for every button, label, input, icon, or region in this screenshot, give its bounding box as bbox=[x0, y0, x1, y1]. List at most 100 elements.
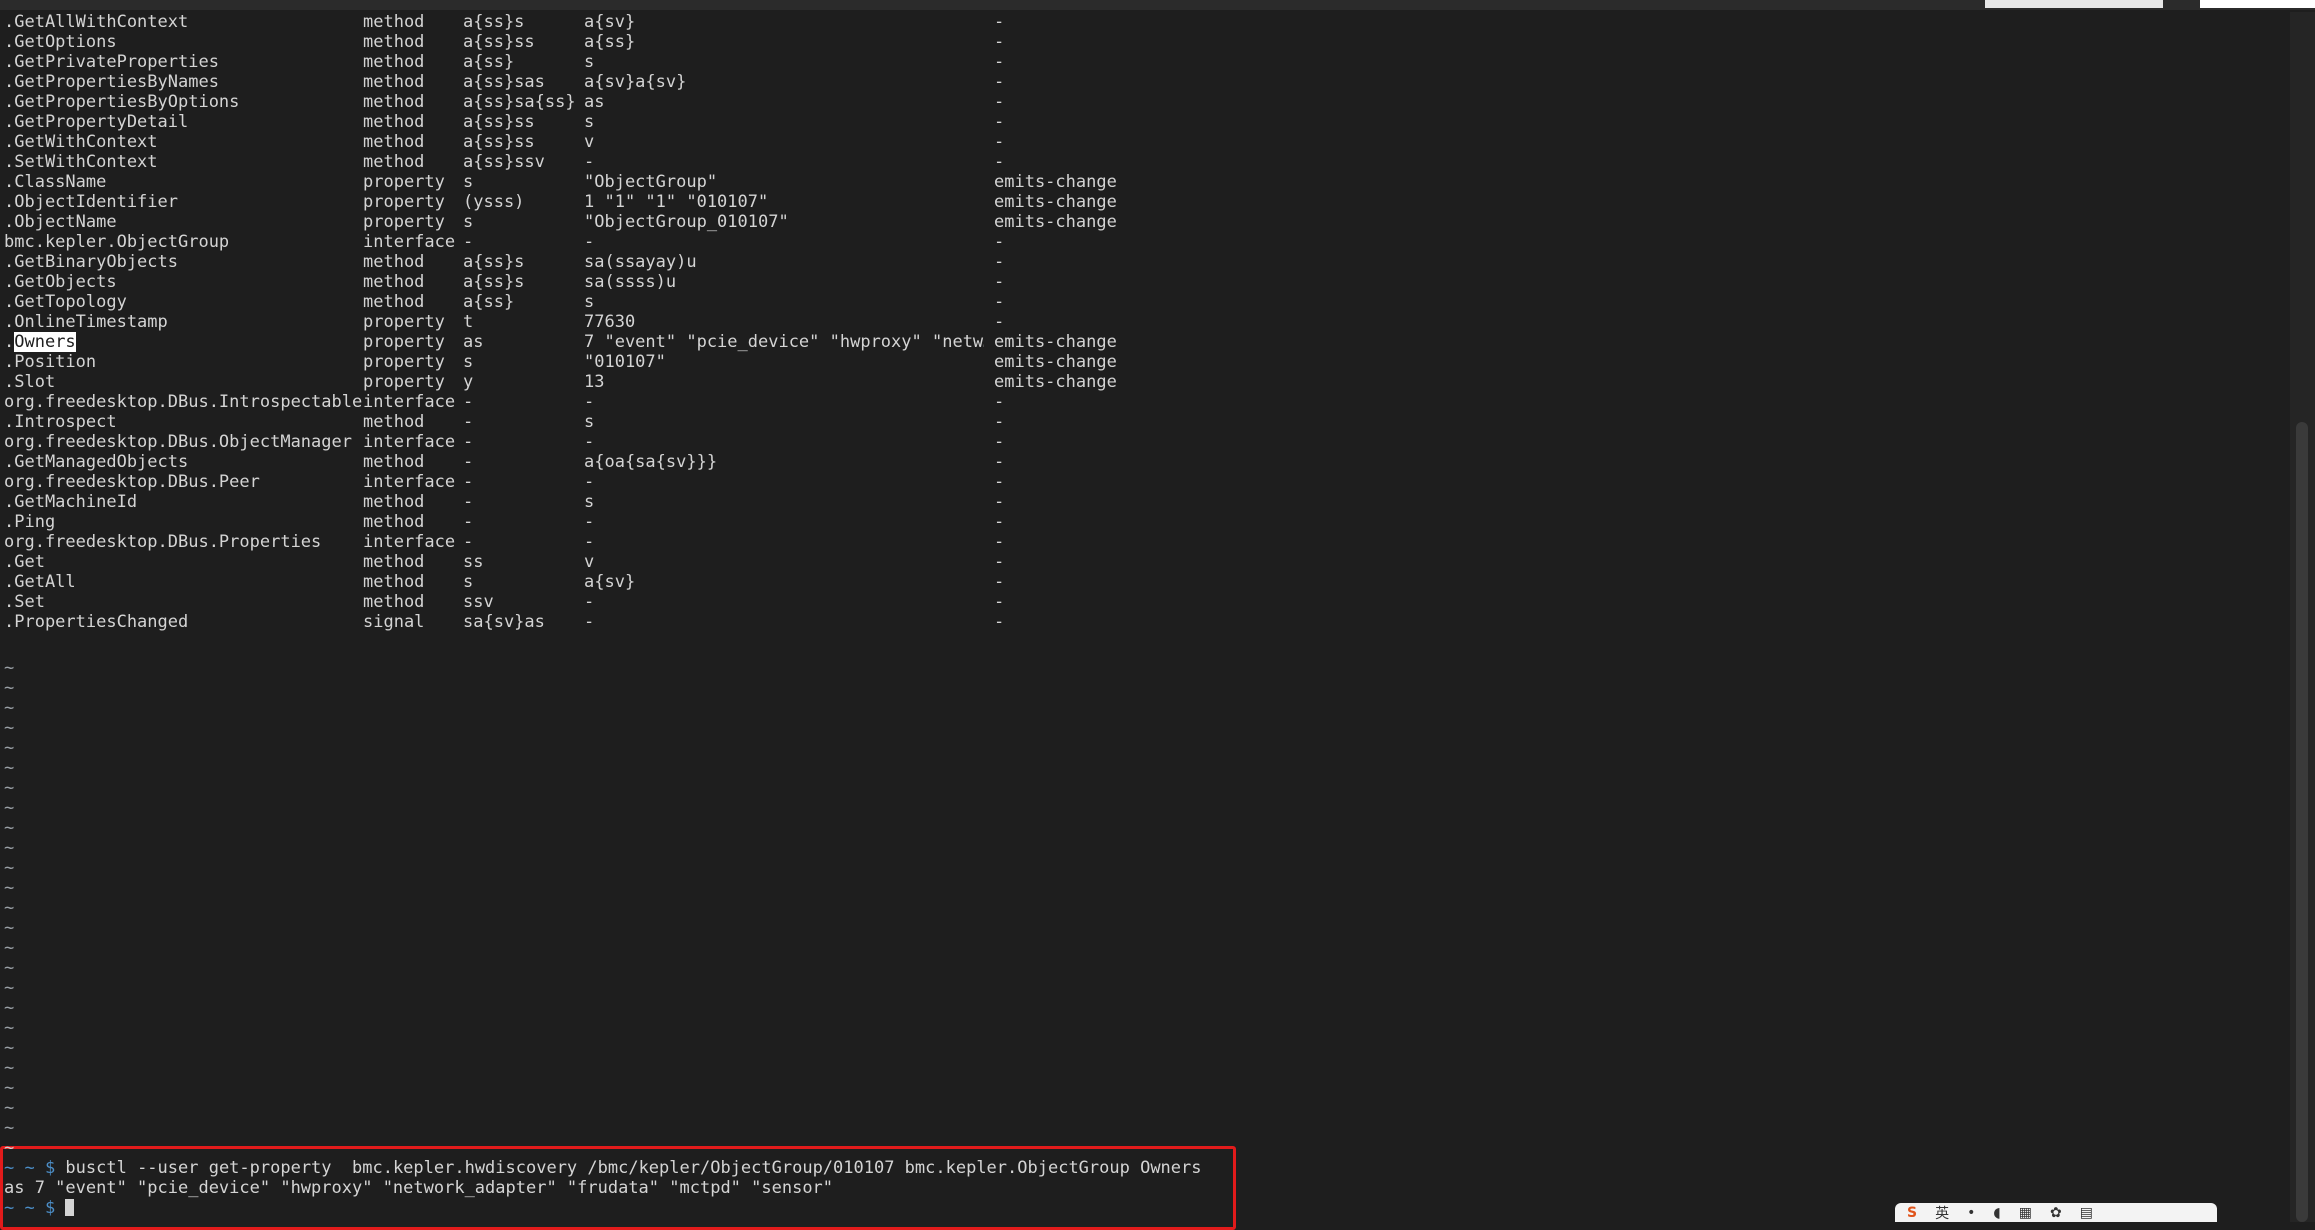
member-value: "ObjectGroup" bbox=[584, 172, 718, 192]
member-name: .GetOptions bbox=[4, 32, 117, 52]
member-signature: a{ss}s bbox=[463, 12, 525, 32]
microphone-icon[interactable]: ◖ bbox=[1993, 1205, 2000, 1221]
member-signature: t bbox=[463, 312, 474, 332]
member-signature: s bbox=[463, 212, 474, 232]
member-type: interface bbox=[363, 432, 456, 452]
member-value: s bbox=[584, 52, 595, 72]
toolbox-icon[interactable]: ▤ bbox=[2080, 1205, 2093, 1221]
member-type: method bbox=[363, 92, 425, 112]
member-name: .ClassName bbox=[4, 172, 107, 192]
member-value: - bbox=[584, 392, 595, 412]
shell-prompt-current: ~ ~ $ bbox=[4, 1198, 56, 1218]
member-signature: - bbox=[463, 512, 474, 532]
command-output: as 7 "event" "pcie_device" "hwproxy" "ne… bbox=[4, 1178, 834, 1198]
member-value: a{sv} bbox=[584, 572, 636, 592]
member-value: a{oa{sa{sv}}} bbox=[584, 452, 718, 472]
member-flags: - bbox=[994, 312, 1005, 332]
member-name: .Position bbox=[4, 352, 97, 372]
member-flags: - bbox=[994, 392, 1005, 412]
member-type: property bbox=[363, 352, 445, 372]
scrollbar-thumb[interactable] bbox=[2296, 422, 2308, 1222]
text-cursor bbox=[65, 1199, 75, 1216]
member-flags: - bbox=[994, 512, 1005, 532]
empty-line-tilde: ~ bbox=[4, 858, 15, 878]
member-signature: a{ss}s bbox=[463, 252, 525, 272]
member-name: .Get bbox=[4, 552, 45, 572]
member-value: 13 bbox=[584, 372, 605, 392]
member-signature: s bbox=[463, 572, 474, 592]
member-name: org.freedesktop.DBus.Properties bbox=[4, 532, 322, 552]
empty-line-tilde: ~ bbox=[4, 718, 15, 738]
member-type: method bbox=[363, 412, 425, 432]
empty-line-tilde: ~ bbox=[4, 918, 15, 938]
member-flags: - bbox=[994, 152, 1005, 172]
empty-line-tilde: ~ bbox=[4, 938, 15, 958]
member-type: interface bbox=[363, 392, 456, 412]
member-type: method bbox=[363, 512, 425, 532]
member-type: method bbox=[363, 132, 425, 152]
command-text: busctl --user get-property bmc.kepler.hw… bbox=[55, 1158, 1202, 1178]
member-flags: - bbox=[994, 32, 1005, 52]
member-value: - bbox=[584, 152, 595, 172]
member-signature: - bbox=[463, 532, 474, 552]
member-value: 1 "1" "1" "010107" bbox=[584, 192, 769, 212]
member-name: .OnlineTimestamp bbox=[4, 312, 168, 332]
skin-icon[interactable]: ✿ bbox=[2050, 1205, 2062, 1221]
terminal-scrollbar[interactable] bbox=[2290, 12, 2315, 1222]
member-type: property bbox=[363, 372, 445, 392]
member-flags: emits-change bbox=[994, 212, 1117, 232]
ime-language-toggle[interactable]: 英 bbox=[1935, 1203, 1949, 1223]
member-signature: as bbox=[463, 332, 484, 352]
ime-toolbar[interactable]: S 英 • ◖ ▦ ✿ ▤ bbox=[1895, 1203, 2217, 1222]
member-name: .GetPropertyDetail bbox=[4, 112, 189, 132]
member-signature: ss bbox=[463, 552, 484, 572]
ime-punctuation-toggle[interactable]: • bbox=[1967, 1205, 1975, 1221]
terminal-window[interactable]: .GetAllWithContext method a{ss}s a{sv} - .Get… bbox=[0, 12, 2290, 1230]
member-value: 77630 bbox=[584, 312, 636, 332]
window-top-bar bbox=[0, 0, 2315, 10]
member-name: .GetWithContext bbox=[4, 132, 158, 152]
member-signature: a{ss}ssv bbox=[463, 152, 545, 172]
member-type: method bbox=[363, 272, 425, 292]
member-flags: - bbox=[994, 432, 1005, 452]
member-name: bmc.kepler.ObjectGroup bbox=[4, 232, 230, 252]
search-match-highlight: Owners bbox=[14, 332, 76, 352]
member-flags: - bbox=[994, 92, 1005, 112]
top-tab-strip-right bbox=[2200, 0, 2315, 8]
empty-line-tilde: ~ bbox=[4, 878, 15, 898]
member-signature: y bbox=[463, 372, 474, 392]
member-type: method bbox=[363, 292, 425, 312]
member-name: .GetMachineId bbox=[4, 492, 138, 512]
empty-line-tilde: ~ bbox=[4, 898, 15, 918]
member-type: interface bbox=[363, 532, 456, 552]
member-signature: ssv bbox=[463, 592, 494, 612]
member-type: property bbox=[363, 172, 445, 192]
empty-line-markers: ~ ~ ~ ~ ~ ~ ~ ~ ~ ~ ~ ~ ~ ~ ~ ~ ~ ~ ~ ~ ~ ~ ~ ~ ~ bbox=[4, 658, 14, 1158]
member-flags: - bbox=[994, 252, 1005, 272]
sogou-ime-icon[interactable]: S bbox=[1907, 1205, 1917, 1221]
member-flags: - bbox=[994, 72, 1005, 92]
member-name: .ObjectName bbox=[4, 212, 117, 232]
member-name: org.freedesktop.DBus.Introspectable bbox=[4, 392, 363, 412]
member-type: method bbox=[363, 32, 425, 52]
member-value: a{sv}a{sv} bbox=[584, 72, 687, 92]
member-type: property bbox=[363, 312, 445, 332]
empty-line-tilde: ~ bbox=[4, 1098, 15, 1118]
member-flags: - bbox=[994, 472, 1005, 492]
member-type: method bbox=[363, 72, 425, 92]
empty-line-tilde: ~ bbox=[4, 998, 15, 1018]
member-name: .Ping bbox=[4, 512, 56, 532]
member-value: s bbox=[584, 292, 595, 312]
empty-line-tilde: ~ bbox=[4, 798, 15, 818]
member-value: - bbox=[584, 592, 595, 612]
member-type: method bbox=[363, 12, 425, 32]
member-flags: - bbox=[994, 232, 1005, 252]
keyboard-icon[interactable]: ▦ bbox=[2019, 1205, 2032, 1221]
command-line-current[interactable]: ~ ~ $ bbox=[4, 1198, 75, 1218]
command-line-0: ~ bbox=[4, 1138, 15, 1158]
member-signature: a{ss}sas bbox=[463, 72, 545, 92]
member-signature: a{ss}sa{ss} bbox=[463, 92, 576, 112]
empty-line-tilde: ~ bbox=[4, 1038, 15, 1058]
member-flags: - bbox=[994, 452, 1005, 472]
empty-line-tilde: ~ bbox=[4, 1078, 15, 1098]
